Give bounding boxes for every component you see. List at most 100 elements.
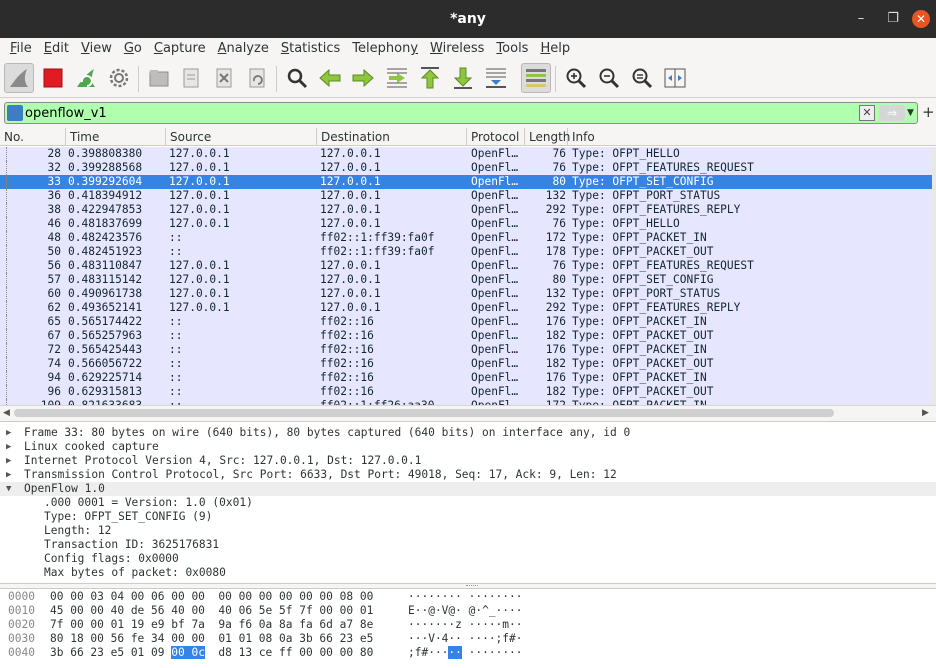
zoom-reset-button[interactable] xyxy=(627,63,657,93)
bytes-ascii[interactable]: ·······z ·····m·· xyxy=(408,618,523,632)
packet-row[interactable]: 46 0.481837699 127.0.0.1 127.0.0.1 OpenFl… 76… xyxy=(0,217,932,231)
go-forward-button[interactable] xyxy=(348,63,378,93)
packet-row[interactable]: 56 0.483110847 127.0.0.1 127.0.0.1 OpenFl… 76… xyxy=(0,259,932,273)
zoom-in-button[interactable] xyxy=(561,63,591,93)
packet-row[interactable]: 74 0.566056722:: ff02::16 OpenFl… 182 Type: O… xyxy=(0,357,932,371)
menu-label-post: iew xyxy=(89,41,112,56)
add-filter-button[interactable]: + xyxy=(922,103,935,121)
detail-tree-item[interactable]: Length: 12 xyxy=(0,524,936,538)
colorize-button[interactable] xyxy=(521,63,551,93)
packet-row[interactable]: 32 0.399288568 127.0.0.1 127.0.0.1 OpenFl… 76… xyxy=(0,161,932,175)
expanded-arrow-icon[interactable]: ▼ xyxy=(6,482,11,496)
menu-item[interactable]: Wireless xyxy=(424,38,490,60)
packet-row[interactable]: 36 0.418394912 127.0.0.1 127.0.0.1 OpenFl… 13… xyxy=(0,189,932,203)
display-filter-input[interactable] xyxy=(25,104,855,122)
close-button[interactable]: ✕ xyxy=(912,10,930,28)
hscroll-thumb[interactable] xyxy=(14,409,834,417)
close-file-button[interactable] xyxy=(209,63,239,93)
apply-filter-button[interactable]: ⇒ xyxy=(879,105,905,121)
detail-tree-item[interactable]: ▶ Internet Protocol Version 4, Src: 127.0… xyxy=(0,454,936,468)
column-header-time[interactable]: Time xyxy=(66,128,166,146)
menu-item[interactable]: File xyxy=(4,38,38,60)
restart-capture-button[interactable] xyxy=(71,63,101,93)
save-file-button[interactable] xyxy=(176,63,206,93)
column-header-length[interactable]: Length xyxy=(525,128,570,146)
menu-item[interactable]: Capture xyxy=(148,38,212,60)
packet-row[interactable]: 65 0.565174422:: ff02::16 OpenFl… 176 Type: O… xyxy=(0,315,932,329)
autoscroll-button[interactable] xyxy=(481,63,511,93)
open-file-button[interactable] xyxy=(144,63,174,93)
last-packet-button[interactable] xyxy=(448,63,478,93)
go-to-packet-button[interactable] xyxy=(382,63,412,93)
packet-row[interactable]: 67 0.565257963:: ff02::16 OpenFl… 182 Type: O… xyxy=(0,329,932,343)
packet-row[interactable]: 38 0.422947853 127.0.0.1 127.0.0.1 OpenFl… 29… xyxy=(0,203,932,217)
detail-tree-item[interactable]: ▶ Linux cooked capture xyxy=(0,440,936,454)
clear-filter-button[interactable]: ✕ xyxy=(859,105,875,121)
detail-tree-item[interactable]: Config flags: 0x0000 xyxy=(0,552,936,566)
bytes-hex[interactable]: 45 00 00 40 de 56 40 00 40 06 5e 5f 7f 0… xyxy=(50,604,373,618)
menu-item[interactable]: View xyxy=(75,38,118,60)
menu-item[interactable]: Tools xyxy=(490,38,534,60)
minimize-button[interactable]: – xyxy=(852,10,870,28)
bytes-ascii[interactable]: ···V·4·· ····;f#· xyxy=(408,632,523,646)
bytes-hex[interactable]: 80 18 00 56 fe 34 00 00 01 01 08 0a 3b 6… xyxy=(50,632,373,646)
menu-item[interactable]: Edit xyxy=(38,38,75,60)
bytes-hex[interactable]: 7f 00 00 01 19 e9 bf 7a 9a f6 0a 8a fa 6… xyxy=(50,618,373,632)
scroll-right-icon[interactable]: ▶ xyxy=(922,406,929,419)
resize-columns-button[interactable] xyxy=(660,63,690,93)
packet-row[interactable]: 48 0.482423576:: ff02::1:ff39:fa0f OpenFl… 1… xyxy=(0,231,932,245)
detail-tree-item[interactable]: .000 0001 = Version: 1.0 (0x01) xyxy=(0,496,936,510)
packet-no-cell: 56 xyxy=(47,259,61,272)
detail-tree-item[interactable]: ▶ Frame 33: 80 bytes on wire (640 bits), … xyxy=(0,426,936,440)
packet-row[interactable]: 72 0.565425443:: ff02::16 OpenFl… 176 Type: O… xyxy=(0,343,932,357)
collapsed-arrow-icon[interactable]: ▶ xyxy=(6,426,11,440)
first-packet-button[interactable] xyxy=(415,63,445,93)
bytes-ascii[interactable]: ········ ········ xyxy=(408,590,523,604)
detail-tree-item[interactable]: Type: OFPT_SET_CONFIG (9) xyxy=(0,510,936,524)
column-header-source[interactable]: Source xyxy=(166,128,317,146)
scroll-left-icon[interactable]: ◀ xyxy=(3,406,10,419)
go-back-button[interactable] xyxy=(315,63,345,93)
packet-row[interactable]: 60 0.490961738 127.0.0.1 127.0.0.1 OpenFl… 13… xyxy=(0,287,932,301)
packet-row-selected[interactable]: 33 0.399292604 127.0.0.1 127.0.0.1 OpenFl… 80… xyxy=(0,175,932,189)
zoom-out-button[interactable] xyxy=(594,63,624,93)
packet-row[interactable]: 28 0.398808380 127.0.0.1 127.0.0.1 OpenFl… 76… xyxy=(0,147,932,161)
collapsed-arrow-icon[interactable]: ▶ xyxy=(6,454,11,468)
bytes-ascii[interactable]: ;f#····· ········ xyxy=(408,646,523,660)
capture-options-button[interactable] xyxy=(104,63,134,93)
packet-row[interactable]: 62 0.493652141 127.0.0.1 127.0.0.1 OpenFl… 29… xyxy=(0,301,932,315)
menu-item[interactable]: Telephony xyxy=(346,38,424,60)
bookmark-icon[interactable] xyxy=(7,105,23,121)
collapsed-arrow-icon[interactable]: ▶ xyxy=(6,468,11,482)
packet-list-hscrollbar[interactable]: ◀ ▶ xyxy=(0,405,936,419)
packet-row[interactable]: 50 0.482451923:: ff02::1:ff39:fa0f OpenFl… 1… xyxy=(0,245,932,259)
packet-row[interactable]: 57 0.483115142 127.0.0.1 127.0.0.1 OpenFl… 80… xyxy=(0,273,932,287)
bytes-ascii[interactable]: E··@·V@· @·^_···· xyxy=(408,604,523,618)
find-packet-button[interactable] xyxy=(282,63,312,93)
menu-item[interactable]: Help xyxy=(534,38,576,60)
menu-item[interactable]: Analyze xyxy=(212,38,275,60)
stop-capture-button[interactable] xyxy=(38,63,68,93)
column-header-protocol[interactable]: Protocol xyxy=(467,128,525,146)
packet-list-vscrollbar[interactable] xyxy=(932,147,936,405)
column-header-info[interactable]: Info xyxy=(568,128,936,146)
detail-tree-item[interactable]: ▶ Transmission Control Protocol, Src Port… xyxy=(0,468,936,482)
bytes-hex[interactable]: 00 00 03 04 00 06 00 00 00 00 00 00 00 0… xyxy=(50,590,373,604)
maximize-button[interactable]: ❐ xyxy=(884,10,902,28)
packet-dst-cell: ff02::16 xyxy=(320,315,374,328)
detail-tree-item[interactable]: Transaction ID: 3625176831 xyxy=(0,538,936,552)
packet-row[interactable]: 96 0.629315813:: ff02::16 OpenFl… 182 Type: O… xyxy=(0,385,932,399)
filter-history-dropdown[interactable]: ▼ xyxy=(907,105,917,121)
bytes-hex[interactable]: 3b 66 23 e5 01 09 00 0c d8 13 ce ff 00 0… xyxy=(50,646,373,660)
detail-tree-item[interactable]: Max bytes of packet: 0x0080 xyxy=(0,566,936,580)
detail-tree-item[interactable]: ▼ OpenFlow 1.0 xyxy=(0,482,936,496)
collapsed-arrow-icon[interactable]: ▶ xyxy=(6,440,11,454)
menu-item[interactable]: Go xyxy=(118,38,148,60)
column-header-destination[interactable]: Destination xyxy=(317,128,467,146)
start-capture-button[interactable] xyxy=(4,63,34,93)
menu-item[interactable]: Statistics xyxy=(275,38,346,60)
ascii-segment: ···V·4·· ····;f#· xyxy=(408,632,523,645)
packet-row[interactable]: 94 0.629225714:: ff02::16 OpenFl… 176 Type: O… xyxy=(0,371,932,385)
reload-file-button[interactable] xyxy=(242,63,272,93)
column-header-no[interactable]: No. xyxy=(0,128,66,146)
